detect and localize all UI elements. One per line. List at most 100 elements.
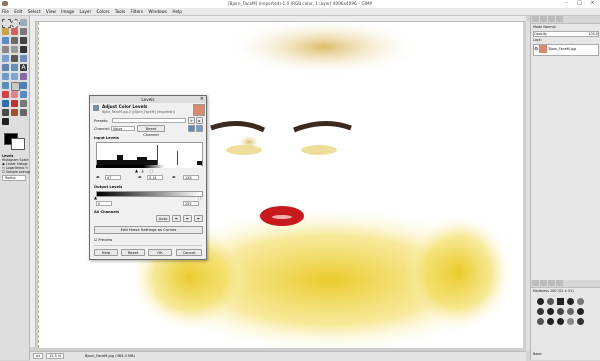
- input-gamma-handle[interactable]: ▲: [141, 168, 144, 173]
- unit-selector[interactable]: px: [33, 353, 44, 359]
- menu-windows[interactable]: Windows: [146, 8, 169, 15]
- eraser-icon[interactable]: [11, 91, 18, 98]
- align-icon[interactable]: [2, 55, 9, 62]
- brush-preset-icon[interactable]: [567, 298, 574, 305]
- output-low-spin[interactable]: 0: [96, 201, 112, 206]
- fuzzy-select-icon[interactable]: [2, 28, 9, 35]
- pencil-icon[interactable]: [20, 82, 27, 89]
- move-icon[interactable]: [20, 46, 27, 53]
- ok-button[interactable]: OK: [148, 249, 172, 256]
- opacity-slider[interactable]: Opacity 100.0: [533, 31, 599, 37]
- add-preset-button[interactable]: +: [188, 117, 195, 124]
- gradient-icon[interactable]: [11, 82, 20, 91]
- sample-average-checkbox[interactable]: ☑ Sample average: [0, 170, 32, 174]
- blur-icon[interactable]: [2, 109, 9, 116]
- channel-combo[interactable]: Value: [111, 126, 135, 131]
- brush-preset-icon[interactable]: [557, 308, 564, 315]
- smudge-icon[interactable]: [11, 109, 18, 116]
- airbrush-icon[interactable]: [20, 91, 27, 98]
- measure-icon[interactable]: [11, 46, 18, 53]
- tool-extra-icon[interactable]: [2, 118, 9, 125]
- menu-edit[interactable]: Edit: [12, 8, 24, 15]
- visibility-eye-icon[interactable]: 👁: [534, 47, 538, 51]
- brush-preset-icon[interactable]: [547, 318, 554, 325]
- flip-icon[interactable]: [11, 73, 18, 80]
- gray-point-picker-icon[interactable]: ✒: [138, 175, 142, 181]
- reset-channel-button[interactable]: Reset Channel: [137, 125, 165, 137]
- ellipse-select-icon[interactable]: [11, 19, 20, 28]
- help-button[interactable]: Help: [94, 249, 118, 256]
- input-low-handle[interactable]: ▲: [135, 168, 138, 173]
- layers-dock-tabs[interactable]: [531, 16, 600, 24]
- cancel-button[interactable]: Cancel: [176, 249, 202, 256]
- scissors-icon[interactable]: [20, 28, 27, 35]
- output-low-handle[interactable]: ▲: [94, 195, 97, 200]
- scale-icon[interactable]: [2, 64, 9, 71]
- menu-view[interactable]: View: [44, 8, 58, 15]
- menu-layer[interactable]: Layer: [78, 8, 94, 15]
- input-gamma-spin[interactable]: 0.14: [147, 175, 163, 180]
- edit-as-curves-button[interactable]: Edit these Settings as Curves: [94, 226, 203, 234]
- rect-select-icon[interactable]: [2, 19, 11, 28]
- minimize-button[interactable]: –: [560, 0, 573, 7]
- text-tool-icon[interactable]: A: [20, 64, 27, 71]
- input-high-handle[interactable]: ▲: [150, 168, 153, 173]
- crop-icon[interactable]: [11, 55, 18, 62]
- radius-field[interactable]: Radius: [2, 175, 26, 181]
- preset-menu-button[interactable]: ▸: [196, 117, 203, 124]
- output-high-spin[interactable]: 255: [183, 201, 199, 206]
- rotate-icon[interactable]: [20, 55, 27, 62]
- layer-row[interactable]: 👁 Bjorn_FaceM.jpg: [533, 44, 599, 56]
- layer-mode-label[interactable]: Mode Normal: [533, 25, 556, 29]
- clone-icon[interactable]: [11, 100, 18, 107]
- auto-button[interactable]: Auto: [156, 215, 170, 222]
- brush-preset-icon[interactable]: [537, 308, 544, 315]
- log-histogram-icon[interactable]: [196, 125, 203, 132]
- presets-combo[interactable]: [112, 118, 186, 123]
- preview-checkbox[interactable]: ☑ Preview: [94, 238, 112, 242]
- menu-help[interactable]: Help: [170, 8, 184, 15]
- menu-select[interactable]: Select: [26, 8, 43, 15]
- color-select-icon[interactable]: [11, 28, 18, 35]
- perspective-icon[interactable]: [2, 73, 9, 80]
- auto-gray-picker-icon[interactable]: ✒: [183, 215, 192, 222]
- menu-colors[interactable]: Colors: [94, 8, 111, 15]
- zoom-icon[interactable]: [2, 46, 9, 53]
- shear-icon[interactable]: [11, 64, 18, 71]
- white-point-picker-icon[interactable]: ✒: [172, 175, 176, 181]
- brush-preset-icon[interactable]: [577, 298, 584, 305]
- auto-white-picker-icon[interactable]: ✒: [194, 215, 203, 222]
- black-point-picker-icon[interactable]: ✒: [96, 175, 100, 181]
- input-low-spin[interactable]: 47: [105, 175, 121, 180]
- reset-button[interactable]: Reset: [121, 249, 145, 256]
- paths-icon[interactable]: [11, 37, 18, 44]
- input-high-spin[interactable]: 128: [183, 175, 199, 180]
- dodge-burn-icon[interactable]: [20, 109, 27, 116]
- brush-preset-icon[interactable]: [547, 298, 554, 305]
- brush-preset-icon[interactable]: [557, 318, 564, 325]
- zoom-selector[interactable]: 12.5 %: [46, 353, 65, 359]
- menu-image[interactable]: Image: [59, 8, 76, 15]
- brush-preset-icon[interactable]: [577, 318, 584, 325]
- cage-icon[interactable]: [20, 73, 27, 80]
- ink-icon[interactable]: [2, 100, 9, 107]
- maximize-button[interactable]: □: [573, 0, 586, 7]
- paintbrush-icon[interactable]: [2, 91, 9, 98]
- brush-preset-icon[interactable]: [537, 318, 544, 325]
- color-picker-icon[interactable]: [20, 37, 27, 44]
- brush-preset-icon[interactable]: [537, 298, 544, 305]
- foreground-select-icon[interactable]: [2, 37, 9, 44]
- close-icon[interactable]: ×: [200, 96, 204, 103]
- brush-preset-icon[interactable]: [547, 308, 554, 315]
- output-high-handle[interactable]: ▲: [198, 195, 201, 200]
- bucket-fill-icon[interactable]: [2, 82, 9, 89]
- close-window-button[interactable]: ×: [586, 0, 599, 7]
- brushes-dock-tabs[interactable]: [531, 280, 600, 288]
- background-color-swatch[interactable]: [11, 138, 25, 150]
- menu-file[interactable]: File: [0, 8, 11, 15]
- brush-preset-icon[interactable]: [567, 308, 574, 315]
- brush-preset-icon[interactable]: [557, 298, 564, 305]
- menu-filters[interactable]: Filters: [129, 8, 146, 15]
- menu-tools[interactable]: Tools: [113, 8, 127, 15]
- free-select-icon[interactable]: [20, 19, 27, 26]
